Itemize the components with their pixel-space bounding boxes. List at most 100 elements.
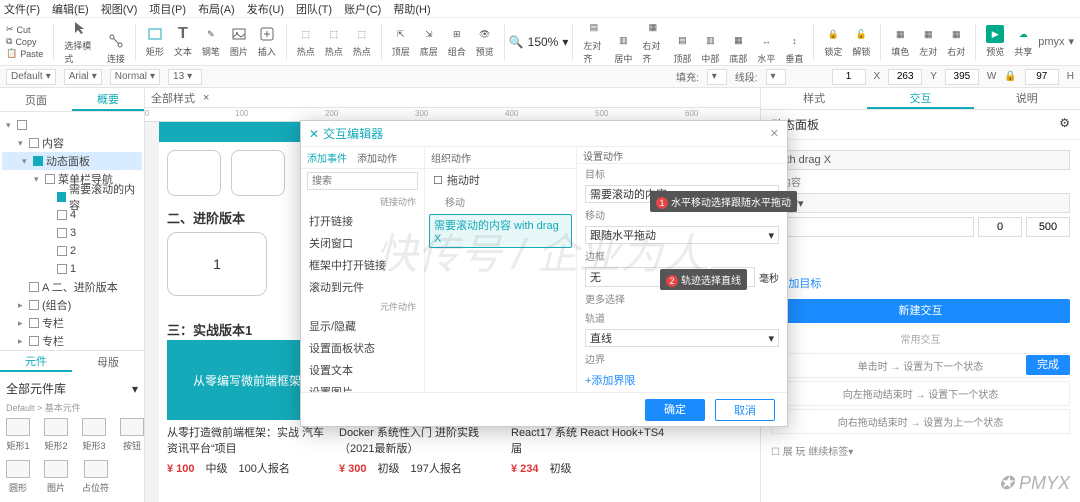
tab-add-action[interactable]: 添加动作	[357, 150, 397, 165]
copy-button[interactable]: ⧉ Copy	[6, 36, 43, 47]
tool-run[interactable]: ▶预览	[986, 25, 1004, 58]
zoom-control[interactable]: 🔍 150% ▾	[509, 35, 569, 49]
suggestion-3[interactable]: 向右拖动结束时 → 设置为上一个状态	[771, 409, 1070, 434]
tool-slice2[interactable]: ⬚热点	[325, 25, 343, 58]
tree-row[interactable]: ▾内容	[2, 134, 142, 152]
menu-project[interactable]: 项目(P)	[149, 1, 186, 17]
menu-team[interactable]: 团队(T)	[296, 1, 332, 17]
action-item[interactable]: 打开链接	[301, 210, 424, 232]
menu-publish[interactable]: 发布(U)	[247, 1, 284, 17]
tool-image[interactable]: 图片	[230, 25, 248, 58]
line-color[interactable]: ▾	[766, 69, 786, 85]
paste-button[interactable]: 📋 Paste	[6, 48, 43, 59]
tree-row[interactable]: ▾动态面板	[2, 152, 142, 170]
tool-la[interactable]: ▦左对	[919, 25, 937, 58]
style-preset[interactable]: Default ▾	[6, 69, 56, 85]
add-target-link[interactable]: +添加目标	[771, 271, 1070, 295]
widget-图片[interactable]: 图片	[44, 460, 68, 494]
widget-占位符[interactable]: 占位符	[82, 460, 109, 494]
tool-top[interactable]: ⇱顶层	[392, 25, 410, 58]
tree-row[interactable]: 2	[2, 242, 142, 260]
align-t[interactable]: ▤顶部	[673, 32, 691, 65]
widget-圆形[interactable]: 圆形	[6, 460, 30, 494]
font-family[interactable]: Arial ▾	[64, 69, 102, 85]
tab-pages[interactable]: 页面	[0, 88, 72, 111]
done-button[interactable]: 完成	[1026, 355, 1070, 375]
tree-row[interactable]: 3	[2, 224, 142, 242]
action-item[interactable]: 设置面板状态	[301, 337, 424, 359]
action-item[interactable]: 关闭窗口	[301, 232, 424, 254]
tool-group-btn[interactable]: ⊞组合	[448, 25, 466, 58]
tool-bottom[interactable]: ⇲底层	[420, 25, 438, 58]
tree-row[interactable]: 需要滚动的内容	[2, 188, 142, 206]
tool-connect[interactable]: 连接	[107, 32, 125, 65]
menu-edit[interactable]: 编辑(E)	[52, 1, 89, 17]
menu-file[interactable]: 文件(F)	[4, 1, 40, 17]
tree-row[interactable]: ▾	[2, 116, 142, 134]
new-interaction-button[interactable]: 新建交互	[771, 299, 1070, 323]
tool-select[interactable]: 选择模式	[64, 19, 97, 65]
tab-add-event[interactable]: 添加事件	[307, 150, 347, 165]
action-search[interactable]	[307, 172, 418, 190]
tab-style[interactable]: 样式	[761, 88, 867, 109]
tree-row[interactable]: ▸(组合)	[2, 296, 142, 314]
tool-share[interactable]: ☁共享	[1014, 25, 1032, 58]
gear-icon[interactable]: ⚙	[1059, 116, 1070, 133]
tool-rect[interactable]: 矩形	[146, 25, 164, 58]
tab-interaction[interactable]: 交互	[867, 88, 973, 109]
tool-fill[interactable]: ▦填色	[891, 25, 909, 58]
card-item[interactable]	[167, 150, 221, 196]
menu-layout[interactable]: 布局(A)	[198, 1, 235, 17]
widget-矩形1[interactable]: 矩形1	[6, 418, 30, 452]
selected-action[interactable]: 需要滚动的内容 with drag X	[429, 214, 572, 248]
pos-y[interactable]	[888, 69, 922, 85]
action-item[interactable]: 设置图片	[301, 381, 424, 392]
menu-account[interactable]: 账户(C)	[344, 1, 381, 17]
menu-help[interactable]: 帮助(H)	[393, 1, 430, 17]
tool-pen[interactable]: ✎钢笔	[202, 25, 220, 58]
tree-row[interactable]: ▸专栏	[2, 332, 142, 350]
anim-end[interactable]	[1026, 217, 1070, 237]
suggestion-2[interactable]: 向左拖动结束时 → 设置下一个状态	[771, 381, 1070, 406]
cut-button[interactable]: ✂ Cut	[6, 24, 43, 35]
cancel-button[interactable]: 取消	[715, 399, 775, 421]
size-w[interactable]	[945, 69, 979, 85]
tool-slice1[interactable]: ⬚热点	[297, 25, 315, 58]
tab-widgets[interactable]: 元件	[0, 351, 72, 372]
font-style[interactable]: Normal ▾	[110, 69, 160, 85]
widget-按钮[interactable]: 按钮	[120, 418, 144, 452]
align-c[interactable]: ▥居中	[614, 32, 632, 65]
tree-row[interactable]: 1	[2, 260, 142, 278]
tab-notes[interactable]: 说明	[974, 88, 1080, 109]
anim-none[interactable]: —	[771, 217, 974, 237]
tab-outline[interactable]: 概要	[72, 88, 144, 111]
tool-insert[interactable]: 插入	[258, 25, 276, 58]
pos-x[interactable]	[832, 69, 866, 85]
move-mode-select[interactable]: 跟随水平拖动▾	[585, 226, 779, 244]
tab-masters[interactable]: 母版	[72, 351, 144, 372]
action-item[interactable]: 滚动到元件	[301, 276, 424, 298]
user-menu[interactable]: pmyx ▾	[1038, 35, 1074, 48]
right-footer-toggles[interactable]: ☐ 展 玩 继续标签▾	[771, 437, 1070, 458]
interaction-target[interactable]: with drag X	[771, 150, 1070, 170]
tool-ra[interactable]: ▦右对	[947, 25, 965, 58]
dist-h[interactable]: ↔水平	[757, 32, 775, 65]
align-m[interactable]: ▥中部	[701, 32, 719, 65]
action-item[interactable]: 设置文本	[301, 359, 424, 381]
tree-row[interactable]: ▸专栏	[2, 314, 142, 332]
align-r[interactable]: ▦右对齐	[642, 19, 663, 65]
tool-slice3[interactable]: ⬚热点	[353, 25, 371, 58]
close-icon[interactable]: ✕	[770, 127, 779, 140]
widget-矩形3[interactable]: 矩形3	[82, 418, 106, 452]
fill-color[interactable]: ▾	[707, 69, 727, 85]
big-card-1[interactable]: 1	[167, 232, 267, 296]
anim-start[interactable]	[978, 217, 1022, 237]
canvas-tab[interactable]: 全部样式	[151, 90, 195, 106]
tool-unlock[interactable]: 🔓解锁	[852, 25, 870, 58]
tool-text[interactable]: T文本	[174, 25, 192, 58]
menu-view[interactable]: 视图(V)	[101, 1, 138, 17]
ok-button[interactable]: 确定	[645, 399, 705, 421]
align-l[interactable]: ▤左对齐	[583, 19, 604, 65]
size-h[interactable]	[1025, 69, 1059, 85]
tool-preview-btn[interactable]: 👁预览	[476, 25, 494, 58]
